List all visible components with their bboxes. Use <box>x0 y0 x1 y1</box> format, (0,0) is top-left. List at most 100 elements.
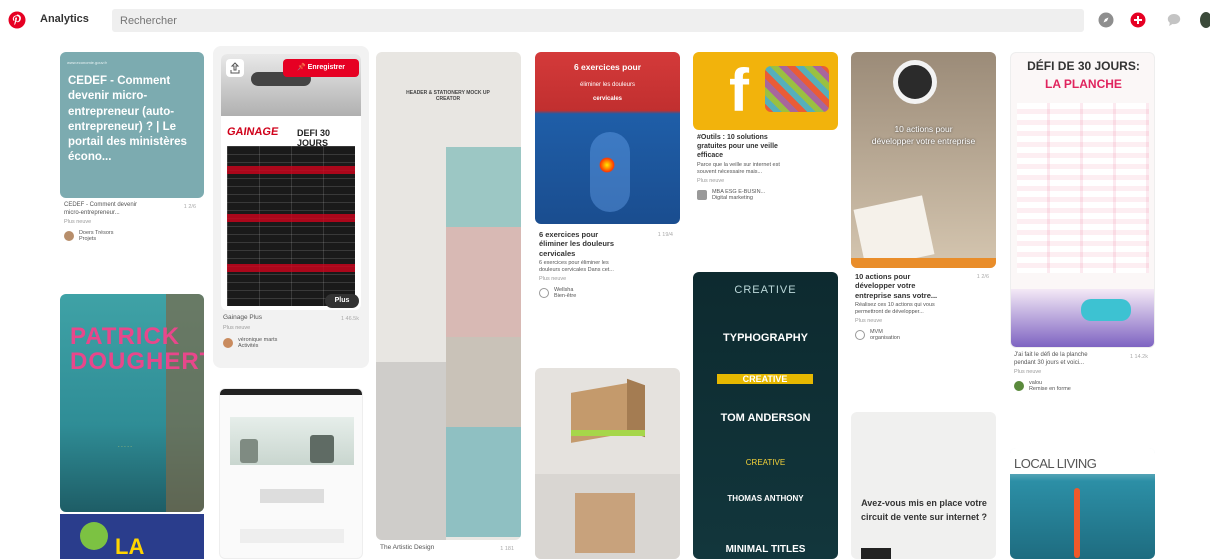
pin-website-mockup[interactable] <box>219 388 363 559</box>
pin-image-title1: DÉFI DE 30 JOURS: <box>1027 59 1140 73</box>
creative-line: CREATIVE <box>745 458 786 467</box>
pin-la[interactable]: LA <box>60 514 204 559</box>
pin-image-text: Avez-vous mis en place votre circuit de … <box>860 498 988 523</box>
pin-description: Parce que la veille sur internet est sou… <box>697 162 780 176</box>
pin-creative-titles[interactable]: CREATIVE TYPHOGRAPHY CREATIVE TOM ANDERS… <box>693 272 838 559</box>
pin-image[interactable] <box>219 388 363 559</box>
pin-link[interactable]: Plus neuve <box>539 276 677 283</box>
pin-image[interactable]: CREATIVE TYPHOGRAPHY CREATIVE TOM ANDERS… <box>693 272 838 559</box>
pin-link[interactable]: Plus neuve <box>64 219 200 226</box>
pin-count: 1 2/6 <box>183 204 196 210</box>
nav-analytics-link[interactable]: Analytics <box>40 13 89 25</box>
top-bar: Analytics <box>0 0 1210 40</box>
pin-title[interactable]: CEDEF - Comment devenir micro-entreprene… <box>64 202 154 217</box>
pin-image-text: LA <box>115 534 145 559</box>
pin-image[interactable]: HEADER & STATIONERY MOCK UP CREATOR <box>376 52 521 540</box>
avatar[interactable] <box>64 230 74 241</box>
pin-count: 1 14.2k <box>1129 354 1148 360</box>
pin-icon: 📌 <box>296 64 306 71</box>
creative-line: CREATIVE <box>717 374 813 384</box>
pin-title[interactable]: J'ai fait le défi de la planche pendant … <box>1014 352 1098 367</box>
pin-planche[interactable]: DÉFI DE 30 JOURS: LA PLANCHE J'ai fait l… <box>1010 52 1155 432</box>
pin-10-actions[interactable]: 10 actions pour développer votre entrepr… <box>851 52 996 397</box>
pin-cervicales[interactable]: 6 exercices pour éliminer les douleurs c… <box>535 52 680 352</box>
share-button[interactable] <box>226 59 244 77</box>
pin-image[interactable]: PATRICK DOUGHERTY · · · · · <box>60 294 204 512</box>
pin-image-title: LOCAL LIVING <box>1014 456 1097 471</box>
pin-cardboard-box[interactable] <box>535 368 680 559</box>
creative-line: CREATIVE <box>734 284 797 296</box>
pin-title[interactable]: The Artistic Design <box>380 544 518 552</box>
pin-outils[interactable]: f #Outils : 10 solutions gratuites pour … <box>693 52 838 257</box>
pin-image[interactable]: GAINAGE DEFI 30 JOURS Plus <box>221 54 361 310</box>
pin-title[interactable]: 6 exercices pour éliminer les douleurs c… <box>539 230 627 258</box>
pin-user[interactable]: MBA ESG E-BUSIN... Digital marketing <box>697 189 835 201</box>
pin-mockup-creator[interactable]: HEADER & STATIONERY MOCK UP CREATOR The … <box>376 52 521 559</box>
pin-image[interactable]: 6 exercices pour éliminer les douleurs c… <box>535 52 680 224</box>
creative-line: TOM ANDERSON <box>720 412 811 424</box>
avatar[interactable] <box>223 338 233 349</box>
pin-circuit-vente[interactable]: Avez-vous mis en place votre circuit de … <box>851 412 996 559</box>
pin-image[interactable]: DÉFI DE 30 JOURS: LA PLANCHE <box>1010 52 1155 348</box>
avatar[interactable] <box>1014 380 1024 391</box>
avatar[interactable] <box>697 189 707 200</box>
creative-line: MINIMAL TITLES <box>725 544 806 555</box>
pin-title[interactable]: #Outils : 10 solutions gratuites pour un… <box>697 134 789 160</box>
pin-image-line2: éliminer les douleurs <box>579 82 636 88</box>
pin-count: 1 181 <box>500 546 514 552</box>
pin-count: 1 2/6 <box>976 274 989 280</box>
pin-cedef[interactable]: www.economie.gouv.fr CEDEF - Comment dev… <box>60 52 204 272</box>
pin-link[interactable]: Plus neuve <box>855 318 993 325</box>
pin-gainage[interactable]: GAINAGE DEFI 30 JOURS Plus 📌 Enregistrer… <box>213 46 369 368</box>
pin-image-title: HEADER & STATIONERY MOCK UP CREATOR <box>406 90 490 102</box>
board-name: Bien-être <box>553 292 577 299</box>
pin-user[interactable]: véronique marts Activités <box>223 337 363 349</box>
pin-patrick-dougherty[interactable]: PATRICK DOUGHERTY · · · · · <box>60 294 204 512</box>
more-button[interactable]: Plus <box>325 294 359 308</box>
facebook-icon: f <box>729 57 749 124</box>
creative-line: TYPHOGRAPHY <box>723 332 808 344</box>
board-name: Activités <box>237 343 259 350</box>
chat-icon[interactable] <box>1166 12 1182 28</box>
pin-link[interactable]: Plus neuve <box>697 178 835 185</box>
pin-image[interactable]: www.economie.gouv.fr CEDEF - Comment dev… <box>60 52 204 198</box>
pin-image-text: CEDEF - Comment devenir micro-entreprene… <box>68 75 187 164</box>
pinterest-logo-icon[interactable] <box>8 11 26 29</box>
pin-image-line1: 10 actions pour <box>894 124 953 134</box>
pin-user[interactable]: Doers Trésors Projets <box>64 230 200 242</box>
pin-image[interactable]: Avez-vous mis en place votre circuit de … <box>851 412 996 559</box>
pin-image-line2: développer votre entreprise <box>871 136 976 146</box>
avatar[interactable] <box>539 287 549 298</box>
pin-image-text: PATRICK DOUGHERTY <box>70 323 204 376</box>
search-bar[interactable] <box>112 9 1084 32</box>
pin-description: Réalisez ces 10 actions qui vous permett… <box>855 302 935 315</box>
pin-user[interactable]: MVM organisation <box>855 329 993 341</box>
pin-image-line3: cervicales <box>592 96 623 102</box>
board-name: Digital marketing <box>711 194 753 201</box>
pin-count: 1 46.5k <box>340 316 359 322</box>
pin-link[interactable]: Plus neuve <box>1014 369 1152 376</box>
pin-user[interactable]: valou Remise en forme <box>1014 380 1152 392</box>
pin-image[interactable]: LOCAL LIVING <box>1010 448 1155 559</box>
pin-image[interactable]: 10 actions pour développer votre entrepr… <box>851 52 996 268</box>
pin-local-living[interactable]: LOCAL LIVING <box>1010 448 1155 559</box>
pin-image-title-right: DEFI 30 JOURS <box>297 128 331 148</box>
search-input[interactable] <box>112 9 1084 32</box>
add-icon[interactable] <box>1130 12 1146 28</box>
save-label: Enregistrer <box>307 64 346 71</box>
pin-image[interactable]: LA <box>60 514 204 559</box>
creative-line: THOMAS ANTHONY <box>727 494 804 503</box>
pin-image[interactable] <box>535 368 680 559</box>
pin-image-title-left: GAINAGE <box>226 126 280 138</box>
board-name: Remise en forme <box>1028 385 1071 392</box>
pin-image[interactable]: f <box>693 52 838 130</box>
avatar[interactable] <box>855 329 865 340</box>
pin-user[interactable]: Wellsha Bien-être <box>539 287 677 299</box>
compass-icon[interactable] <box>1098 12 1114 28</box>
pin-count: 1 19/4 <box>657 232 673 238</box>
board-name: organisation <box>869 334 900 341</box>
pin-title[interactable]: 10 actions pour développer votre entrepr… <box>855 272 947 300</box>
save-button[interactable]: 📌 Enregistrer <box>283 59 359 77</box>
profile-icon[interactable] <box>1200 12 1210 28</box>
pin-link[interactable]: Plus neuve <box>223 325 363 332</box>
